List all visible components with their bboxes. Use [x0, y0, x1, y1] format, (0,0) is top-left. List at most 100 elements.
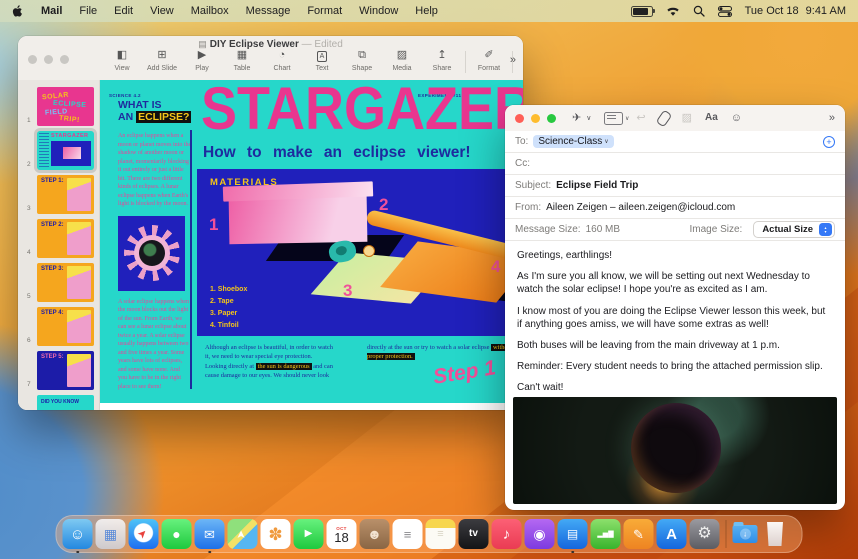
slide-canvas[interactable]: SCIENCE 4.2 EXPERIMENT #11 WHAT IS AN EC… — [100, 80, 523, 410]
toolbar-chart-button[interactable]: ◔ Chart — [262, 49, 302, 72]
emoji-button[interactable]: ☺ — [731, 112, 742, 124]
slide-thumbnail-1[interactable]: 1 SOLAR ECLIPSE FIELD TRIP! — [18, 86, 99, 130]
contacts-icon: ☻ — [359, 519, 390, 549]
dock-item-music[interactable]: ♪ — [491, 519, 522, 551]
toolbar-separator — [465, 51, 466, 73]
dock-item-keynote[interactable]: ▤ — [557, 519, 588, 553]
zoom-button[interactable] — [60, 55, 69, 64]
dock-item-apple-tv[interactable]: tv — [458, 519, 489, 551]
toolbar-play-button[interactable]: ▶ Play — [182, 49, 222, 72]
toolbar-shape-button[interactable]: ⧉ Shape — [342, 49, 382, 72]
dock-item-mail[interactable]: ✉ — [194, 519, 225, 553]
toolbar-label: Chart — [273, 65, 291, 72]
dock-item-app-store[interactable]: A — [656, 519, 687, 551]
dock-item-contacts[interactable]: ☻ — [359, 519, 390, 551]
dock-item-launchpad[interactable]: ▦ — [95, 519, 126, 551]
send-button[interactable]: ✈ — [572, 112, 581, 124]
toolbar-overflow-button[interactable]: » — [829, 112, 835, 124]
dock-item-downloads-folder[interactable]: ↓ — [732, 519, 763, 551]
toolbar-share-button[interactable]: ↥ Share — [422, 49, 462, 72]
recipient-token[interactable]: Science-Class ∨ — [533, 135, 614, 148]
dock-item-reminders[interactable]: ≡ — [392, 519, 423, 551]
eclipse-photo-attachment[interactable] — [513, 397, 837, 504]
toolbar-text-button[interactable]: A Text — [302, 49, 342, 72]
running-indicator — [208, 550, 211, 553]
format-button[interactable]: Aa — [705, 113, 718, 123]
menu-bar: Mail File Edit View Mailbox Message Format Wind… — [0, 0, 858, 22]
slide-thumbnail-2[interactable]: 2 STARGAZER — [18, 130, 99, 174]
toolbar-table-button[interactable]: ▦ Table — [222, 49, 262, 72]
menu-item-mail[interactable]: Mail — [41, 5, 62, 17]
toolbar-add-slide-button[interactable]: ⊞ Add Slide — [142, 49, 182, 72]
glyph: ☻ — [367, 526, 382, 542]
slide-2-content: SCIENCE 4.2 EXPERIMENT #11 WHAT IS AN EC… — [100, 80, 523, 403]
subject-field[interactable]: Subject: Eclipse Field Trip — [505, 175, 845, 197]
dock-item-safari[interactable]: ➤ — [128, 519, 159, 551]
dock-item-finder[interactable]: ☺ — [62, 519, 93, 553]
menu-item-file[interactable]: File — [79, 5, 97, 17]
thumbnail-title-art: SOLAR ECLIPSE FIELD TRIP! — [41, 91, 87, 125]
dock-item-pages[interactable]: ✎ — [623, 519, 654, 551]
dock-item-system-settings[interactable]: ⚙ — [689, 519, 720, 551]
header-fields-button[interactable]: ∨ — [604, 111, 629, 125]
minimize-button[interactable] — [531, 113, 540, 123]
close-button[interactable] — [515, 113, 524, 123]
menu-item-format[interactable]: Format — [307, 5, 342, 17]
materials-item: 3. Paper — [210, 310, 238, 318]
close-button[interactable] — [28, 55, 37, 64]
menu-item-message[interactable]: Message — [246, 5, 291, 17]
dock-divider — [725, 520, 727, 548]
dock-item-messages[interactable]: ● — [161, 519, 192, 551]
wifi-icon[interactable] — [666, 6, 680, 17]
keynote-header: ▤ DIY Eclipse Viewer — Edited ◧ View ⊞ Add S… — [18, 36, 523, 81]
slide-thumbnail-4[interactable]: 4 STEP 2: — [18, 218, 99, 262]
slide-thumbnail-image: STARGAZER — [37, 131, 94, 170]
slide-thumbnail-3[interactable]: 3 STEP 1: — [18, 174, 99, 218]
minimize-button[interactable] — [44, 55, 53, 64]
table-icon: ▦ — [236, 49, 248, 61]
to-field[interactable]: To: Science-Class ∨ + — [505, 131, 845, 153]
add-recipient-button[interactable]: + — [823, 135, 835, 148]
dock-item-podcasts[interactable]: ◉ — [524, 519, 555, 551]
menu-bar-status: Tue Oct 18 9:41 AM — [630, 5, 846, 17]
dock-item-notes[interactable]: ≡ — [425, 519, 456, 551]
menu-item-view[interactable]: View — [150, 5, 174, 17]
attach-button[interactable] — [655, 108, 672, 128]
toolbar-label: Media — [392, 65, 412, 72]
slide-thumbnail-8[interactable]: 8DID YOU KNOW — [18, 394, 99, 410]
menu-bar-clock[interactable]: Tue Oct 18 9:41 AM — [745, 5, 846, 17]
dock-item-numbers[interactable]: ▂▅▇ — [590, 519, 621, 551]
dock-item-calendar[interactable]: OCT 18 — [326, 519, 357, 551]
search-icon[interactable] — [693, 5, 705, 17]
size-row: Message Size: 160 MB Image Size: Actual … — [505, 219, 845, 241]
dock-item-trash[interactable] — [766, 519, 796, 551]
toolbar-overflow-button[interactable]: » — [510, 54, 516, 66]
dock-item-facetime[interactable]: ▶ — [293, 519, 324, 551]
apple-menu[interactable] — [12, 4, 25, 18]
desktop[interactable]: Mail File Edit View Mailbox Message Format Wind… — [0, 0, 858, 559]
slide-thumbnail-6[interactable]: 6 STEP 4: — [18, 306, 99, 350]
toolbar-view-button[interactable]: ◧ View — [102, 49, 142, 72]
toolbar-media-button[interactable]: ▨ Media — [382, 49, 422, 72]
send-options-chevron[interactable]: ∨ — [586, 115, 591, 122]
menu-bar-time: 9:41 AM — [805, 5, 846, 17]
dock-item-maps[interactable]: ➤ — [227, 519, 258, 551]
slide-thumbnail-5[interactable]: 5 STEP 3: — [18, 262, 99, 306]
cc-field[interactable]: Cc: — [505, 153, 845, 175]
eclipse-highlight: ECLIPSE? — [136, 111, 192, 124]
menu-item-edit[interactable]: Edit — [114, 5, 133, 17]
image-size-select[interactable]: Actual Size ▴ ▾ — [753, 221, 835, 238]
slide-thumbnail-7[interactable]: 7 STEP 5: — [18, 350, 99, 394]
add-slide-icon: ⊞ — [157, 49, 167, 61]
battery-icon[interactable] — [630, 5, 655, 17]
dock-item-photos[interactable]: ✽ — [260, 519, 291, 551]
toolbar-format-button[interactable]: ✐ Format — [469, 49, 509, 72]
slide-number: 5 — [27, 293, 31, 300]
toolbar-animate-button[interactable]: ◇Animate — [516, 49, 523, 72]
menu-item-help[interactable]: Help — [415, 5, 438, 17]
from-field[interactable]: From: Aileen Zeigen – aileen.zeigen@iclo… — [505, 197, 845, 219]
control-center-icon[interactable] — [717, 5, 732, 17]
menu-item-mailbox[interactable]: Mailbox — [191, 5, 229, 17]
menu-item-window[interactable]: Window — [359, 5, 398, 17]
zoom-button[interactable] — [547, 113, 556, 123]
